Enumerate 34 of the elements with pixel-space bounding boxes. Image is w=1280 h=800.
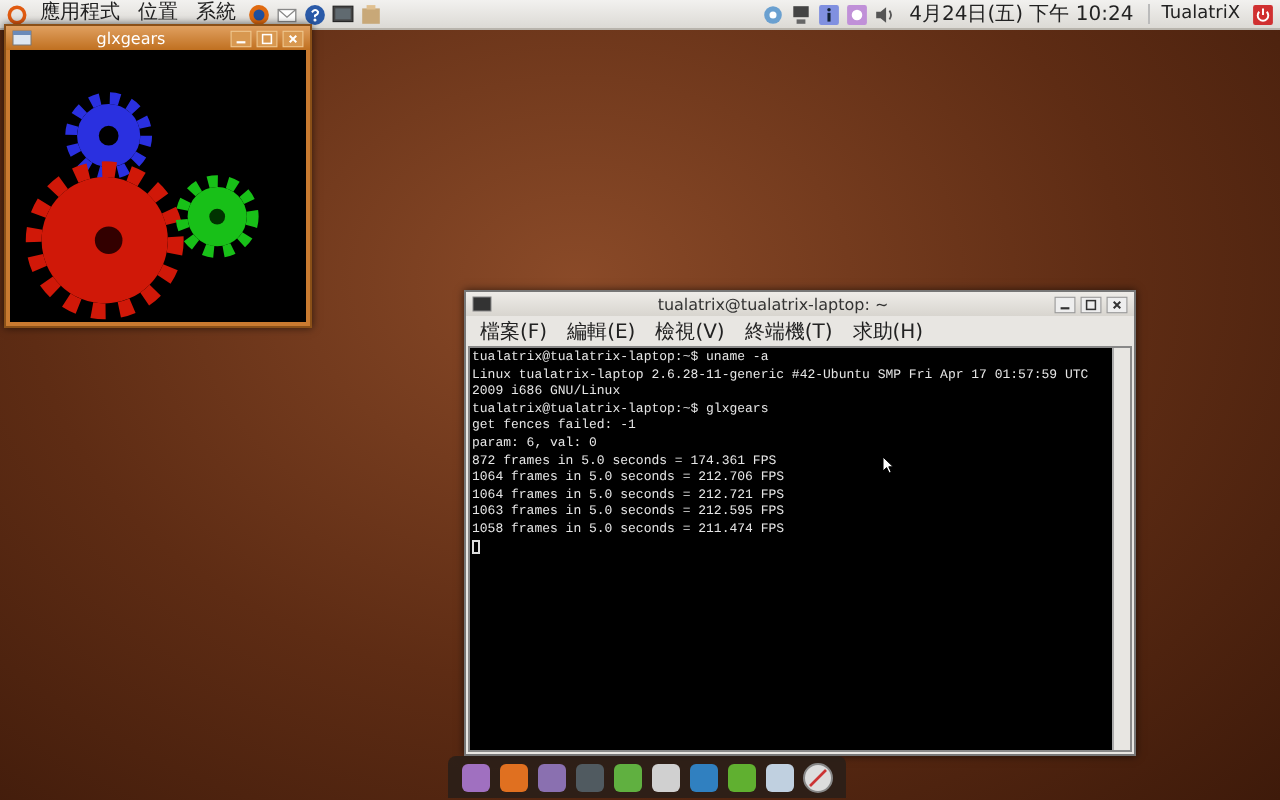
panel-menu[interactable]: 位置 bbox=[132, 2, 184, 26]
help-icon[interactable] bbox=[304, 3, 326, 25]
scrollbar[interactable] bbox=[1112, 348, 1130, 750]
compass-icon[interactable] bbox=[802, 761, 834, 793]
computer-icon[interactable] bbox=[789, 3, 812, 25]
app-launcher-icon[interactable] bbox=[498, 761, 530, 793]
menu-item[interactable]: 檔案(F) bbox=[474, 317, 554, 345]
minimize-icon[interactable] bbox=[1054, 295, 1076, 313]
mouse-pointer-icon bbox=[882, 456, 894, 474]
app-launcher-icon[interactable] bbox=[726, 761, 758, 793]
user-name[interactable]: TualatriX bbox=[1147, 4, 1246, 24]
terminal-icon bbox=[472, 296, 492, 312]
app-launcher-icon[interactable] bbox=[764, 761, 796, 793]
clock[interactable]: 4月24日(五) 下午 10:24 bbox=[901, 0, 1142, 28]
close-icon[interactable] bbox=[1106, 295, 1128, 313]
window-icon bbox=[12, 30, 32, 46]
window-title: tualatrix@tualatrix-laptop: ~ bbox=[655, 295, 891, 313]
maximize-icon[interactable] bbox=[1080, 295, 1102, 313]
window-title: glxgears bbox=[94, 29, 168, 47]
info-icon[interactable] bbox=[817, 3, 840, 25]
volume-icon[interactable] bbox=[873, 3, 896, 25]
panel-menu[interactable]: 應用程式 bbox=[34, 2, 126, 26]
panel-menu[interactable]: 系統 bbox=[190, 2, 242, 26]
menu-item[interactable]: 檢視(V) bbox=[649, 317, 731, 345]
monitor-icon[interactable] bbox=[332, 3, 354, 25]
app-launcher-icon[interactable] bbox=[460, 761, 492, 793]
app-launcher-icon[interactable] bbox=[650, 761, 682, 793]
menu-item[interactable]: 編輯(E) bbox=[561, 317, 642, 345]
text-cursor bbox=[472, 539, 480, 554]
menu-item[interactable]: 終端機(T) bbox=[738, 317, 839, 345]
power-icon[interactable] bbox=[1252, 3, 1274, 25]
menu-item[interactable]: 求助(H) bbox=[846, 317, 930, 345]
app-launcher-icon[interactable] bbox=[612, 761, 644, 793]
envelope-icon[interactable] bbox=[276, 3, 298, 25]
